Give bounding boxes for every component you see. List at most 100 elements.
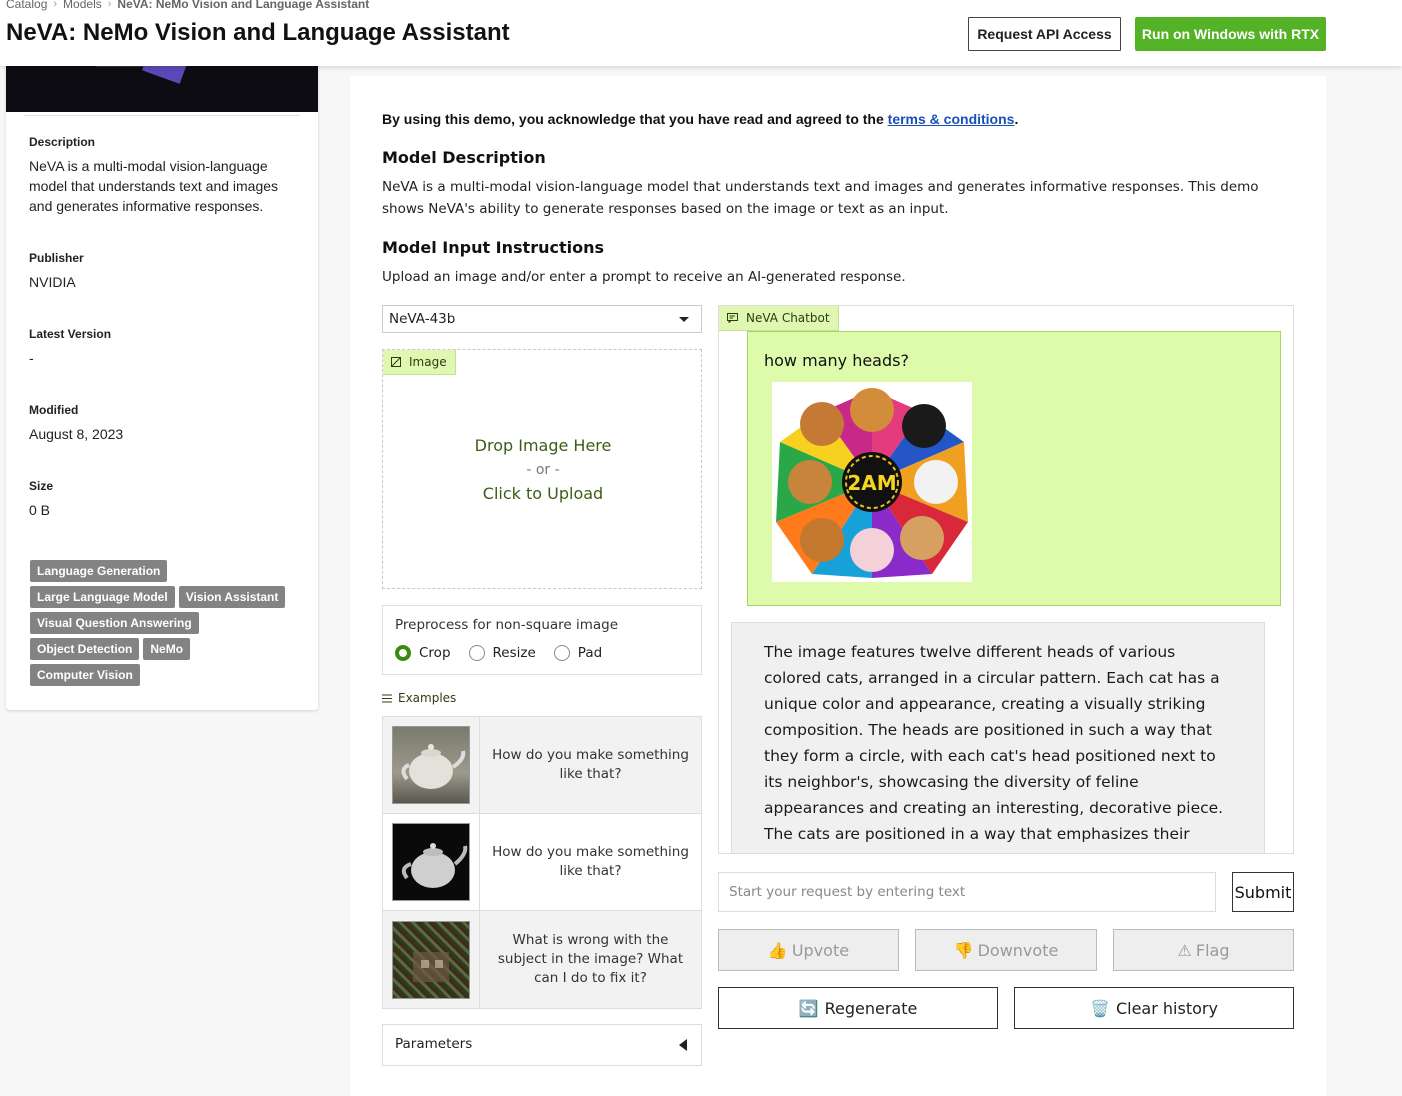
image-tab-label: Image	[383, 350, 456, 375]
tag[interactable]: Visual Question Answering	[30, 612, 199, 634]
examples-table: How do you make something like that? How…	[382, 716, 702, 1009]
ack-text: By using this demo, you acknowledge that…	[382, 111, 888, 127]
image-icon	[391, 357, 401, 367]
breadcrumb-current: NeVA: NeMo Vision and Language Assistant	[117, 0, 370, 11]
tag[interactable]: Vision Assistant	[178, 586, 286, 608]
parameters-accordion[interactable]: Parameters	[382, 1024, 702, 1066]
size-value: 0 B	[29, 502, 51, 518]
publisher-label: Publisher	[29, 251, 84, 265]
radio-label: Crop	[419, 645, 451, 661]
radio-pad[interactable]: Pad	[553, 645, 603, 661]
regenerate-button[interactable]: 🔄 Regenerate	[718, 987, 998, 1029]
tag[interactable]: Language Generation	[30, 560, 168, 582]
caret-left-icon	[679, 1039, 687, 1051]
model-info-sidebar: Description NeVA is a multi-modal vision…	[6, 66, 318, 710]
tag-list: Language Generation Large Language Model…	[30, 560, 300, 686]
example-row[interactable]: What is wrong with the subject in the im…	[383, 911, 701, 1008]
latest-version-value: -	[29, 350, 34, 366]
drop-image-text: Drop Image Here	[474, 436, 612, 455]
cat-image-logo-text: 2AM	[847, 471, 896, 495]
model-description-heading: Model Description	[382, 148, 546, 167]
refresh-icon: 🔄	[798, 998, 819, 1018]
radio-checked-icon	[395, 645, 411, 661]
modified-value: August 8, 2023	[29, 426, 124, 442]
trash-icon: 🗑️	[1090, 998, 1110, 1018]
terms-link[interactable]: terms & conditions	[888, 111, 1015, 127]
page-header: Catalog › Models › NeVA: NeMo Vision and…	[0, 0, 1402, 66]
example-prompt: How do you make something like that?	[492, 747, 689, 782]
chatbot-tab-text: NeVA Chatbot	[746, 311, 830, 325]
click-upload-text: Click to Upload	[482, 484, 604, 503]
breadcrumb: Catalog › Models › NeVA: NeMo Vision and…	[6, 0, 369, 11]
tag[interactable]: Large Language Model	[30, 586, 175, 608]
regenerate-label: Regenerate	[824, 998, 918, 1018]
chat-bubble-icon	[727, 313, 738, 323]
image-upload-dropzone[interactable]: Image Drop Image Here - or - Click to Up…	[382, 349, 702, 589]
chatbot-panel[interactable]: NeVA Chatbot how many heads? 2AM The ima…	[718, 305, 1294, 854]
flag-label: Flag	[1195, 940, 1230, 960]
cat-heads-image: 2AM	[772, 382, 972, 582]
model-hero-image	[6, 66, 318, 112]
chat-input[interactable]: Start your request by entering text	[718, 872, 1216, 912]
input-instructions-text: Upload an image and/or enter a prompt to…	[382, 269, 906, 285]
radio-label: Resize	[492, 645, 536, 661]
user-message: how many heads? 2AM	[747, 331, 1281, 606]
clear-history-button[interactable]: 🗑️ Clear history	[1014, 987, 1294, 1029]
model-select-value: NeVA-43b	[389, 311, 456, 327]
model-select[interactable]: NeVA-43b	[382, 305, 702, 333]
terms-acknowledgement: By using this demo, you acknowledge that…	[382, 111, 1018, 127]
latest-version-label: Latest Version	[29, 327, 112, 341]
radio-crop[interactable]: Crop	[395, 645, 451, 661]
preprocess-options: Preprocess for non-square image Crop Res…	[382, 605, 702, 675]
radio-unchecked-icon	[468, 645, 485, 661]
input-instructions-heading: Model Input Instructions	[382, 238, 604, 257]
chatbot-tab-label: NeVA Chatbot	[719, 306, 839, 331]
example-thumb-cell	[383, 814, 480, 910]
user-message-text: how many heads?	[764, 351, 909, 370]
examples-label: Examples	[382, 691, 456, 705]
breadcrumb-models[interactable]: Models	[63, 0, 102, 11]
radio-unchecked-icon	[553, 645, 570, 661]
list-icon	[382, 694, 392, 702]
clear-history-label: Clear history	[1115, 998, 1218, 1018]
publisher-value: NVIDIA	[29, 274, 76, 290]
chevron-right-icon: ›	[53, 0, 58, 10]
example-prompt: How do you make something like that?	[492, 844, 689, 879]
example-thumb-cell	[383, 911, 480, 1008]
drop-or-text: - or -	[526, 462, 560, 478]
example-row[interactable]: How do you make something like that?	[383, 814, 701, 911]
example-row[interactable]: How do you make something like that?	[383, 717, 701, 814]
downvote-button[interactable]: 👎 Downvote	[915, 929, 1097, 971]
run-on-windows-rtx-button[interactable]: Run on Windows with RTX	[1135, 17, 1326, 51]
thumbs-up-icon: 👍	[767, 940, 788, 960]
parameters-label: Parameters	[395, 1036, 473, 1052]
submit-button[interactable]: Submit	[1232, 872, 1294, 912]
description-label: Description	[29, 135, 96, 149]
modified-label: Modified	[29, 403, 79, 417]
upvote-button[interactable]: 👍 Upvote	[718, 929, 899, 971]
example-prompt: What is wrong with the subject in the im…	[497, 932, 684, 986]
tag[interactable]: Computer Vision	[30, 664, 140, 686]
thumbs-down-icon: 👎	[953, 940, 974, 960]
upvote-label: Upvote	[791, 940, 850, 960]
teapot-thumbnail	[392, 823, 470, 901]
request-api-access-button[interactable]: Request API Access	[968, 17, 1121, 51]
radio-resize[interactable]: Resize	[468, 645, 536, 661]
bot-message: The image features twelve different head…	[731, 622, 1265, 853]
breadcrumb-catalog[interactable]: Catalog	[6, 0, 47, 11]
demo-panel: By using this demo, you acknowledge that…	[350, 76, 1326, 1096]
model-description-text: NeVA is a multi-modal vision-language mo…	[382, 179, 1259, 217]
tag[interactable]: NeMo	[143, 638, 191, 660]
caret-down-icon	[679, 317, 689, 322]
teapot-thumbnail	[392, 726, 470, 804]
tag[interactable]: Object Detection	[30, 638, 140, 660]
radio-label: Pad	[577, 645, 603, 661]
image-tab-text: Image	[409, 355, 447, 369]
ack-period: .	[1014, 111, 1019, 127]
flag-button[interactable]: ⚠ Flag	[1113, 929, 1294, 971]
preprocess-label: Preprocess for non-square image	[395, 617, 619, 633]
size-label: Size	[29, 479, 54, 493]
divider	[24, 115, 300, 116]
page-title: NeVA: NeMo Vision and Language Assistant	[6, 19, 510, 46]
chevron-right-icon: ›	[107, 0, 112, 10]
